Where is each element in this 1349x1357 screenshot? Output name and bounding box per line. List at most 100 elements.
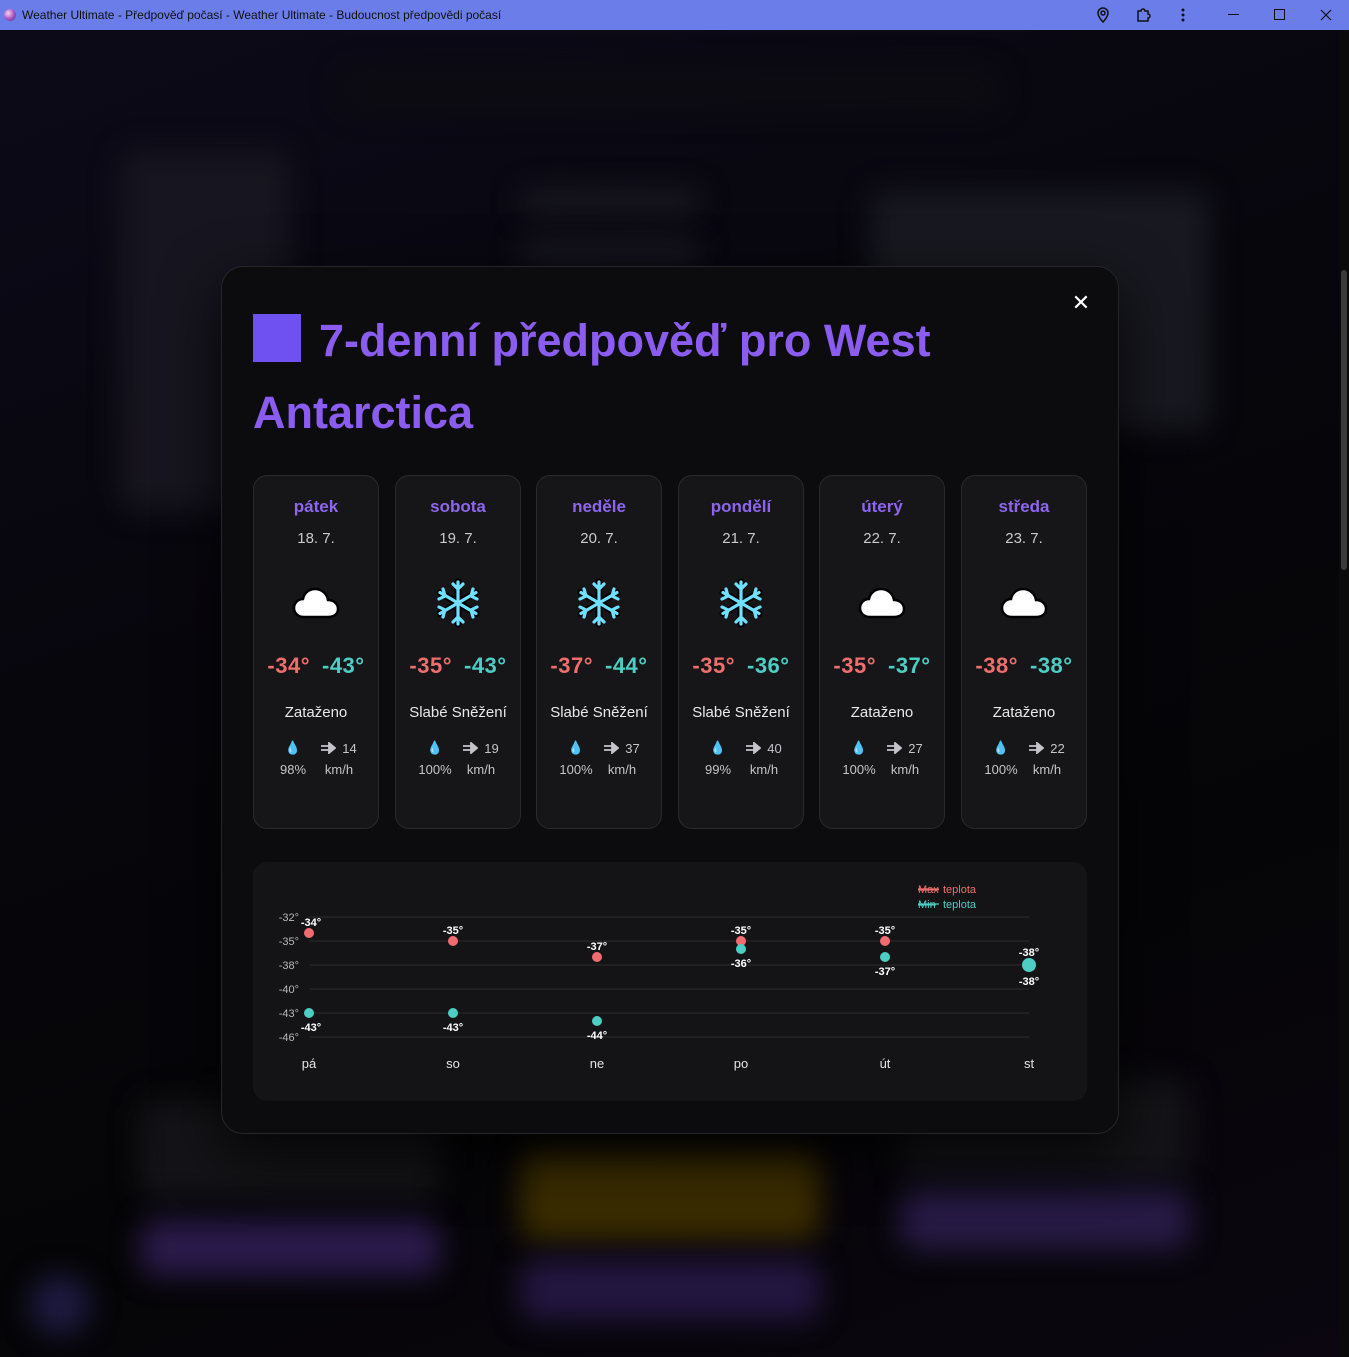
- humidity: 💧 100%: [553, 737, 599, 781]
- humidity-value: 100%: [559, 762, 593, 777]
- more-vertical-icon[interactable]: [1163, 0, 1203, 30]
- bg-button: [140, 1220, 440, 1276]
- x-tick-label: po: [734, 1056, 748, 1071]
- wind-unit: km/h: [1032, 762, 1062, 777]
- wind-arrow-icon: [463, 742, 479, 754]
- droplet-icon: 💧: [567, 740, 585, 755]
- min-temp-point: [1022, 958, 1036, 972]
- min-temp-data-label: -36°: [731, 958, 751, 970]
- droplet-icon: 💧: [709, 740, 727, 755]
- day-meta: 💧 100% 37 km/h: [537, 737, 661, 781]
- bg-search-bar: [340, 70, 1000, 110]
- min-temp-data-label: -44°: [587, 1030, 607, 1042]
- forecast-cards: pátek 18. 7. -34° -43° Zataženo 💧 98% 14 km/h so…: [253, 475, 1087, 829]
- humidity-value: 99%: [704, 762, 732, 777]
- humidity: 💧 99%: [695, 737, 741, 781]
- day-meta: 💧 98% 14 km/h: [254, 737, 378, 781]
- location-pin-icon[interactable]: [1083, 0, 1123, 30]
- wind-arrow-icon: [1029, 742, 1045, 754]
- legend-label: teplota: [943, 884, 977, 896]
- legend-struck-label: Min: [918, 899, 936, 911]
- max-temp-point: [304, 928, 314, 938]
- day-meta: 💧 100% 19 km/h: [396, 737, 520, 781]
- droplet-icon: 💧: [992, 740, 1010, 755]
- snowflake-icon: [577, 578, 621, 628]
- day-date: 18. 7.: [297, 530, 335, 547]
- x-tick-label: ne: [590, 1056, 604, 1071]
- weather-icon-wrap: [396, 573, 520, 633]
- min-temp-data-label: -37°: [875, 966, 895, 978]
- forecast-day-card[interactable]: sobota 19. 7. -35° -43° Slabé Sněžení 💧 100% 1…: [395, 475, 521, 829]
- humidity: 💧 98%: [270, 737, 316, 781]
- wind-arrow-icon: [746, 742, 762, 754]
- x-tick-label: st: [1024, 1056, 1035, 1071]
- day-temperatures: -37° -44°: [537, 653, 661, 679]
- bg-button: [520, 1150, 820, 1240]
- wind-speed: 37: [625, 740, 640, 756]
- humidity-value: 100%: [842, 762, 876, 777]
- day-meta: 💧 100% 22 km/h: [962, 737, 1086, 781]
- min-temp-point: [304, 1008, 314, 1018]
- wind-arrow-icon: [604, 742, 620, 754]
- day-date: 19. 7.: [439, 530, 477, 547]
- weather-icon-wrap: [254, 573, 378, 633]
- snowflake-icon: [719, 578, 763, 628]
- page-scrollbar[interactable]: [1339, 30, 1349, 1357]
- min-temp-point: [880, 952, 890, 962]
- extensions-icon[interactable]: [1123, 0, 1163, 30]
- wind: 37 km/h: [599, 737, 645, 781]
- bg-button: [900, 1190, 1190, 1250]
- cloud-icon: [1000, 587, 1048, 619]
- wind-speed: 40: [767, 740, 782, 756]
- temperature-chart: -32° -35° -38° -40° -43° -46° pá so ne po út st -34°…: [253, 862, 1087, 1101]
- weather-description: Zataženo: [284, 704, 348, 721]
- max-temp-point: [592, 952, 602, 962]
- day-temperatures: -34° -43°: [254, 653, 378, 679]
- min-temp-point: [448, 1008, 458, 1018]
- day-date: 20. 7.: [580, 530, 618, 547]
- bg-heading: [520, 190, 700, 214]
- bg-fab: [30, 1275, 90, 1335]
- max-temp-point: [880, 936, 890, 946]
- minimize-button[interactable]: [1211, 0, 1257, 30]
- droplet-icon: 💧: [850, 740, 868, 755]
- scrollbar-thumb[interactable]: [1341, 270, 1347, 570]
- max-temp-data-label: -37°: [587, 941, 607, 953]
- weather-description: Slabé Sněžení: [409, 704, 507, 721]
- day-date: 22. 7.: [863, 530, 901, 547]
- day-name: sobota: [430, 497, 486, 516]
- max-temp: -35°: [409, 653, 452, 678]
- min-temp: -43°: [464, 653, 507, 678]
- forecast-modal: ✕ 7-denní předpověď pro West Antarctica …: [221, 266, 1119, 1134]
- bg-heading: [520, 240, 700, 264]
- max-temp-data-label: -38°: [1019, 947, 1039, 959]
- y-tick-label: -35°: [279, 936, 299, 948]
- max-temp: -38°: [975, 653, 1018, 678]
- day-name: úterý: [861, 497, 903, 516]
- close-modal-button[interactable]: ✕: [1068, 291, 1094, 317]
- forecast-day-card[interactable]: neděle 20. 7. -37° -44° Slabé Sněžení 💧 100% 3…: [536, 475, 662, 829]
- day-name: středa: [998, 497, 1050, 516]
- humidity: 💧 100%: [978, 737, 1024, 781]
- close-window-button[interactable]: [1303, 0, 1349, 30]
- wind-speed: 14: [342, 740, 357, 756]
- day-temperatures: -35° -37°: [820, 653, 944, 679]
- day-meta: 💧 100% 27 km/h: [820, 737, 944, 781]
- min-temp: -44°: [605, 653, 648, 678]
- forecast-day-card[interactable]: pondělí 21. 7. -35° -36° Slabé Sněžení 💧 99% 4…: [678, 475, 804, 829]
- forecast-day-card[interactable]: úterý 22. 7. -35° -37° Zataženo 💧 100% 27 km/h: [819, 475, 945, 829]
- y-tick-label: -40°: [279, 984, 299, 996]
- humidity: 💧 100%: [836, 737, 882, 781]
- weather-icon-wrap: [820, 573, 944, 633]
- wind-unit: km/h: [324, 762, 354, 777]
- forecast-day-card[interactable]: středa 23. 7. -38° -38° Zataženo 💧 100% 22 km/h: [961, 475, 1087, 829]
- wind-speed: 19: [484, 740, 499, 756]
- maximize-button[interactable]: [1257, 0, 1303, 30]
- forecast-day-card[interactable]: pátek 18. 7. -34° -43° Zataženo 💧 98% 14 km/h: [253, 475, 379, 829]
- y-tick-label: -32°: [279, 912, 299, 924]
- droplet-icon: 💧: [426, 740, 444, 755]
- day-name: pátek: [293, 497, 339, 516]
- weather-description: Slabé Sněžení: [550, 704, 648, 721]
- min-temp: -43°: [322, 653, 365, 678]
- wind-arrow-icon: [887, 742, 903, 754]
